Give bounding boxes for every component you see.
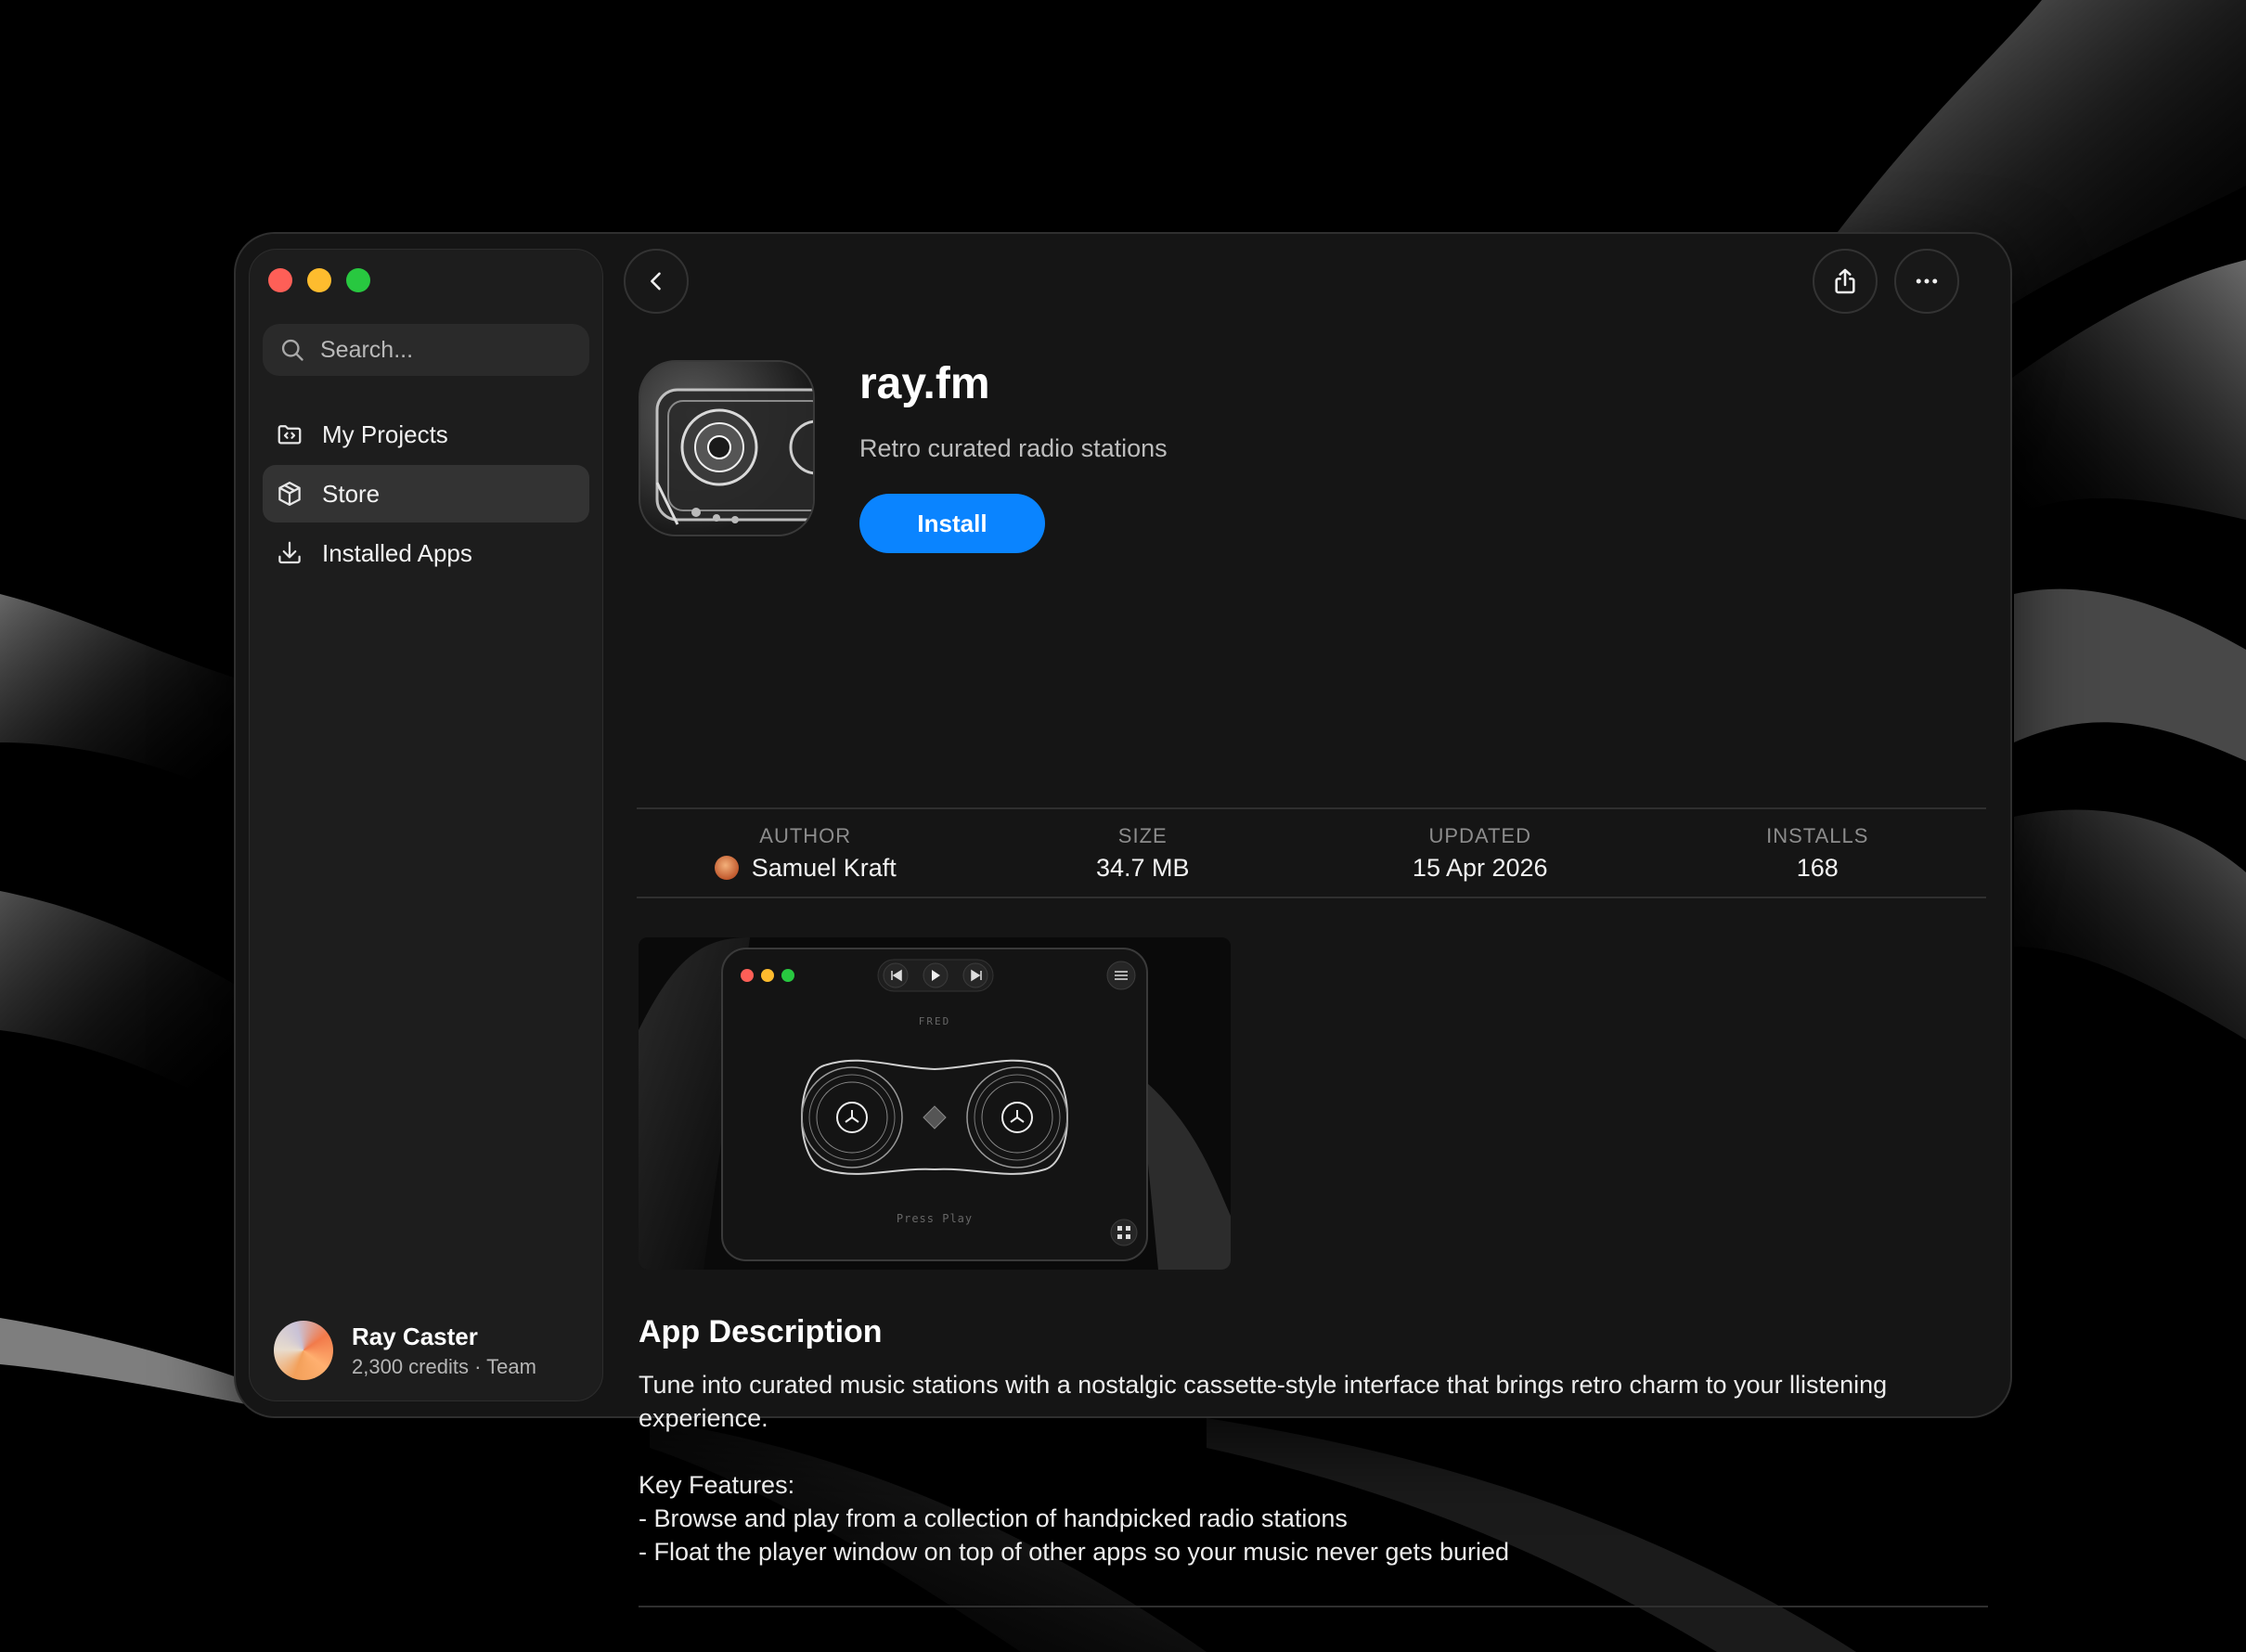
sidebar-nav: My Projects Store Installed Apps — [263, 406, 589, 584]
app-subtitle: Retro curated radio stations — [859, 434, 1168, 462]
maximize-window-button[interactable] — [346, 268, 370, 292]
app-title: ray.fm — [859, 359, 990, 408]
package-icon — [276, 480, 307, 508]
meta-updated: UPDATED 15 Apr 2026 — [1311, 809, 1649, 897]
screenshot-play-prompt: Press Play — [897, 1212, 973, 1225]
search-bar[interactable] — [263, 324, 589, 376]
sidebar-item-my-projects[interactable]: My Projects — [263, 406, 589, 463]
meta-label: SIZE — [1117, 823, 1168, 847]
user-credits: 2,300 credits · Team — [352, 1354, 536, 1378]
avatar — [274, 1321, 333, 1380]
sidebar-item-store[interactable]: Store — [263, 465, 589, 523]
meta-value: 15 Apr 2026 — [1412, 853, 1548, 882]
close-window-button[interactable] — [268, 268, 292, 292]
more-options-button[interactable] — [1894, 249, 1959, 314]
meta-size: SIZE 34.7 MB — [975, 809, 1312, 897]
app-window: My Projects Store Instal — [234, 232, 2012, 1607]
meta-installs: INSTALLS 168 — [1649, 809, 1987, 897]
sidebar-item-label: Store — [322, 479, 381, 508]
install-button[interactable]: Install — [859, 494, 1045, 553]
search-icon — [281, 339, 303, 361]
sidebar-item-label: My Projects — [322, 419, 448, 448]
feature-item: - Browse and play from a collection of h… — [639, 1504, 1348, 1532]
app-meta-row: AUTHOR Samuel Kraft SIZE 34.7 MB UPDATED… — [637, 807, 1986, 898]
share-icon — [1835, 268, 1855, 294]
divider — [639, 1606, 1988, 1607]
description-body: Tune into curated music stations with a … — [639, 1368, 1988, 1568]
sidebar-item-installed-apps[interactable]: Installed Apps — [263, 524, 589, 582]
cassette-icon — [655, 388, 813, 525]
author-link[interactable]: Samuel Kraft — [714, 853, 897, 883]
app-icon — [639, 360, 815, 536]
user-name: Ray Caster — [352, 1322, 478, 1350]
main-content: ray.fm Retro curated radio stations Inst… — [624, 249, 2010, 1607]
meta-value: 34.7 MB — [1095, 853, 1190, 882]
meta-author: AUTHOR Samuel Kraft — [637, 809, 975, 897]
folder-code-icon — [276, 420, 307, 448]
share-button[interactable] — [1813, 249, 1878, 314]
back-button[interactable] — [624, 249, 689, 314]
meta-label: AUTHOR — [759, 823, 852, 847]
features-heading: Key Features: — [639, 1471, 795, 1499]
screenshot-preview: FRED Press Play — [639, 937, 1231, 1270]
user-profile[interactable]: Ray Caster 2,300 credits · Team — [274, 1321, 536, 1380]
description-title: App Description — [639, 1314, 883, 1349]
app-screenshot[interactable]: FRED Press Play — [639, 937, 1231, 1270]
feature-item: - Float the player window on top of othe… — [639, 1538, 1509, 1566]
meta-value: Samuel Kraft — [751, 853, 897, 882]
meta-label: INSTALLS — [1766, 823, 1869, 847]
sidebar-item-label: Installed Apps — [322, 538, 472, 567]
download-icon — [276, 539, 307, 567]
meta-value: 168 — [1796, 853, 1839, 882]
chevron-left-icon — [651, 272, 661, 290]
author-avatar — [714, 856, 739, 880]
window-controls — [268, 268, 370, 292]
screenshot-station-label: FRED — [919, 1015, 951, 1027]
sidebar: My Projects Store Instal — [249, 249, 603, 1401]
meta-label: UPDATED — [1428, 823, 1531, 847]
minimize-window-button[interactable] — [307, 268, 331, 292]
ellipsis-icon — [1916, 278, 1938, 284]
search-input[interactable] — [318, 335, 573, 365]
description-text: Tune into curated music stations with a … — [639, 1371, 1888, 1432]
